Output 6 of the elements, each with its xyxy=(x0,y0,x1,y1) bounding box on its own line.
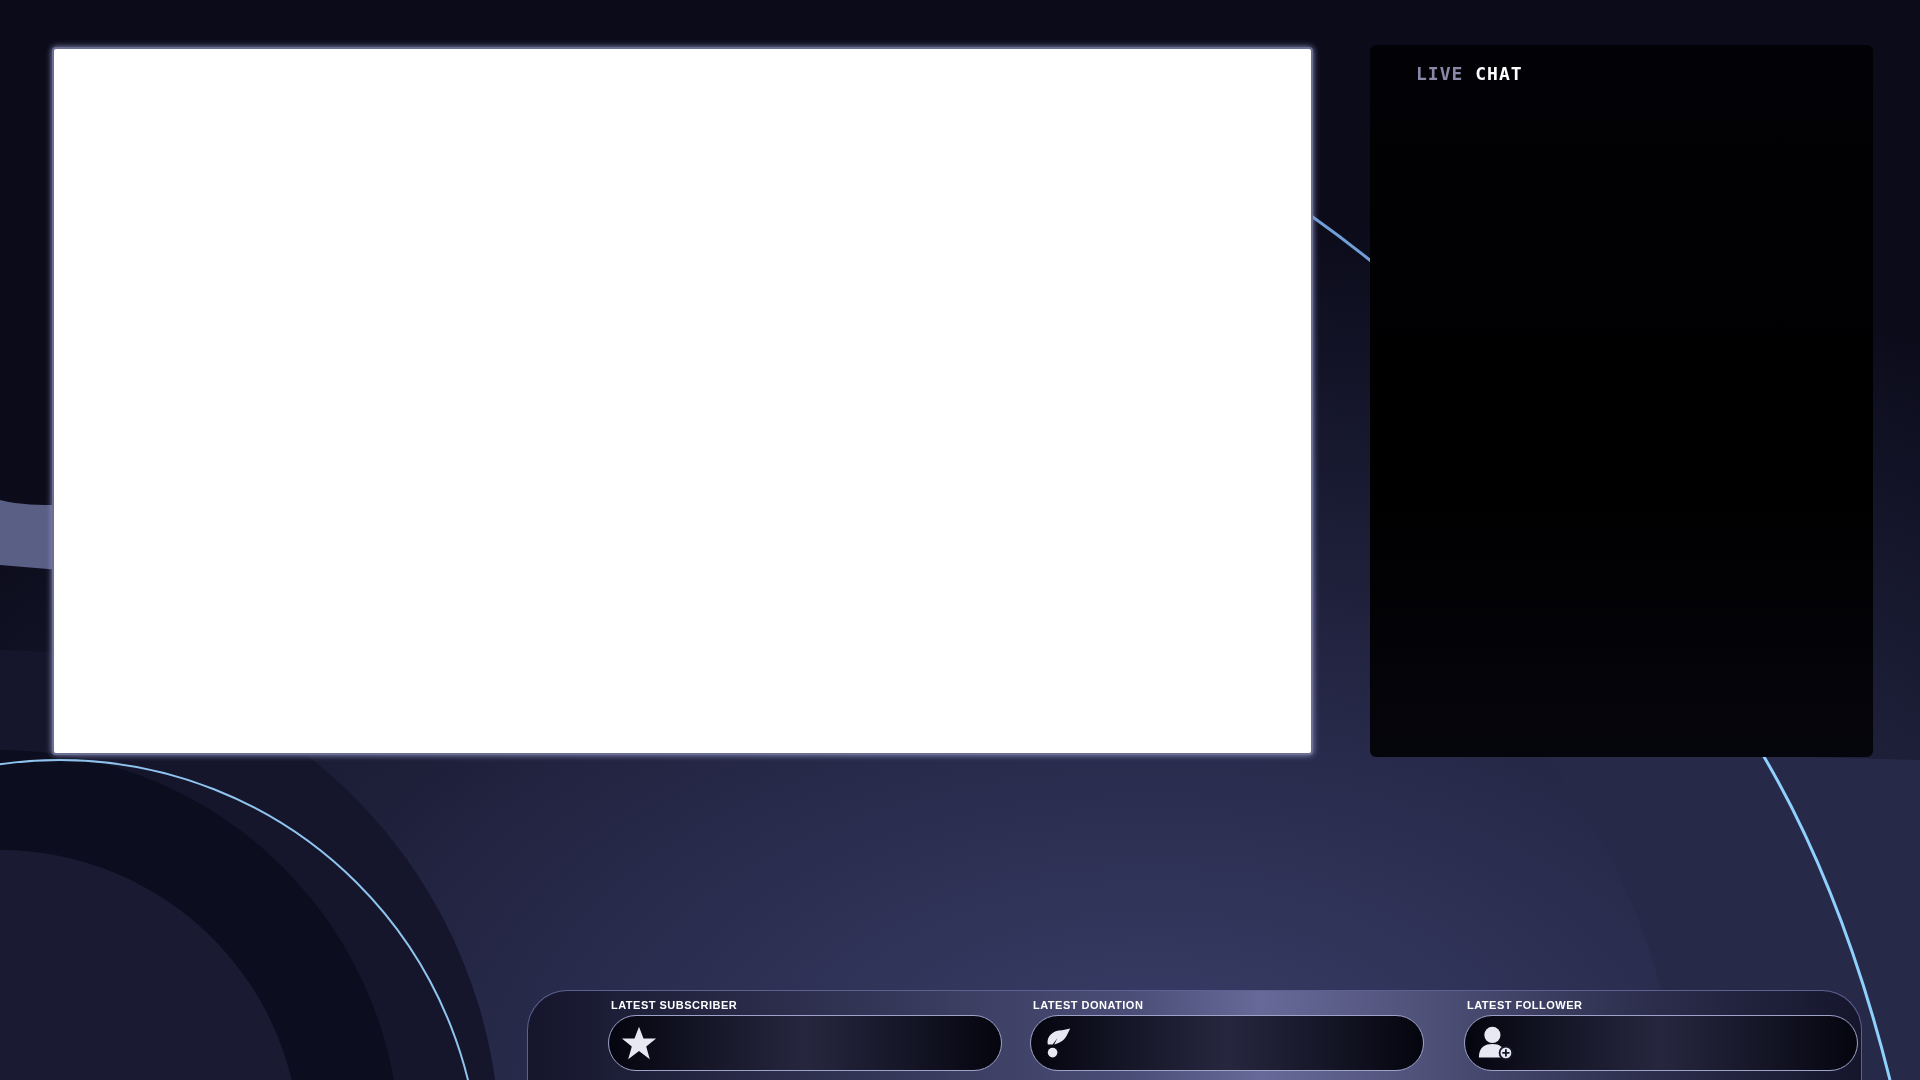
alert-label: LATEST SUBSCRIBER xyxy=(610,999,738,1011)
chat-title: LIVE CHAT xyxy=(1416,63,1523,84)
alert-label: LATEST FOLLOWER xyxy=(1466,999,1583,1011)
add-user-icon xyxy=(1477,1025,1515,1061)
alert-label: LATEST DONATION xyxy=(1032,999,1144,1011)
star-icon xyxy=(621,1025,657,1061)
